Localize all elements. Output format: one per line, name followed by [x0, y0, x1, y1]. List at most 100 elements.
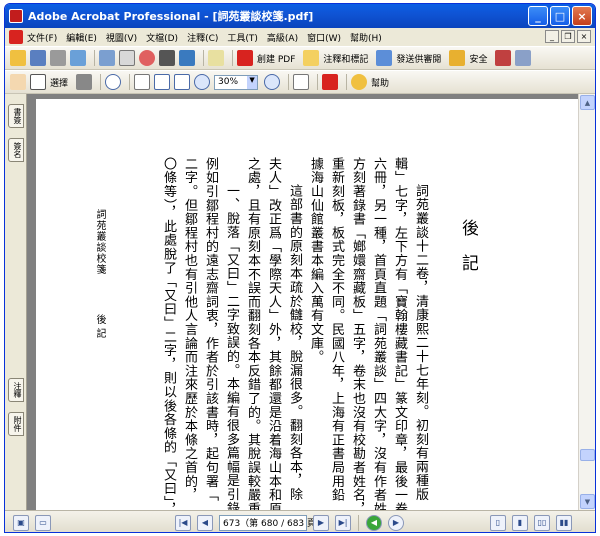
fit-width-icon[interactable]	[174, 74, 191, 90]
comment-markup-button[interactable]: 注釋和標記	[323, 52, 368, 65]
camera-icon[interactable]	[139, 50, 155, 66]
page-number-field[interactable]: 673（第 680 / 683 頁）	[219, 514, 325, 531]
menu-view[interactable]: 視圖(V)	[106, 31, 137, 44]
acrobat-window: Adobe Acrobat Professional - [詞苑叢談校箋.pdf…	[4, 3, 596, 533]
window-title: Adobe Acrobat Professional - [詞苑叢談校箋.pdf…	[28, 10, 314, 23]
sign-pen-icon[interactable]	[495, 50, 512, 66]
acrobat-app-icon	[9, 9, 23, 23]
doc-close-button[interactable]: ×	[577, 30, 591, 43]
text-column: 這部書的原刻本疏於讎校，脫漏很多。翻刻各本，除	[287, 184, 302, 502]
single-page-layout-icon[interactable]: ▯	[490, 514, 506, 531]
menu-comments[interactable]: 注釋(C)	[187, 31, 218, 44]
scroll-thumb[interactable]	[580, 449, 595, 461]
help-button[interactable]: 幫助	[371, 76, 389, 89]
security-button[interactable]: 安全	[469, 52, 487, 65]
zoom-level-select[interactable]: 30% ▼	[214, 74, 259, 90]
open-folder-icon[interactable]	[10, 50, 26, 66]
document-pane[interactable]: 後記 詞苑叢談十二卷，清康熙二十七年刻。初刻有兩種版 輯」七字，左下方有「寶翰樓…	[27, 94, 584, 510]
last-page-button[interactable]: ▶|	[335, 514, 351, 531]
vertical-scrollbar[interactable]: ▲ ▼	[578, 94, 595, 510]
menu-document[interactable]: 文檔(D)	[146, 31, 178, 44]
file-toolbar: 創建 PDF 注釋和標記 發送供審閱 安全	[5, 46, 595, 70]
create-pdf-button[interactable]: 創建 PDF	[257, 52, 295, 65]
hand-tool-icon[interactable]	[10, 74, 26, 90]
go-forward-icon[interactable]: ▶	[388, 514, 404, 531]
facing-layout-icon[interactable]: ▯▯	[534, 514, 550, 531]
continuous-facing-layout-icon[interactable]: ▮▮	[556, 514, 572, 531]
continuous-layout-icon[interactable]: ▮	[512, 514, 528, 531]
menu-bar: 文件(F) 編輯(E) 視圖(V) 文檔(D) 注釋(C) 工具(T) 高級(A…	[5, 28, 595, 46]
select-tool-button[interactable]: 選擇	[50, 76, 68, 89]
chevron-down-icon: ▼	[247, 75, 258, 89]
minimize-button[interactable]: _	[528, 6, 548, 26]
scroll-down-button[interactable]: ▼	[580, 494, 595, 509]
scroll-up-button[interactable]: ▲	[580, 95, 595, 110]
text-column: 六冊，另一種，首頁直題「詞苑叢談」四大字，沒有作者姓氏	[371, 157, 386, 510]
navigation-panel-tabs: 書簽 簽名 注釋 附件	[5, 94, 27, 510]
document-icon[interactable]	[9, 30, 23, 44]
close-button[interactable]: ×	[572, 6, 592, 26]
attach-icon[interactable]	[208, 50, 224, 66]
rotate-view-icon[interactable]	[293, 74, 310, 90]
text-column: 輯」七字，左下方有「寶翰樓藏書記」篆文印章，最後一卷末	[392, 157, 407, 510]
lock-icon[interactable]	[449, 50, 466, 66]
running-title: 詞苑叢談校箋	[94, 209, 105, 275]
zoom-tool-icon[interactable]	[105, 74, 122, 90]
comment-icon[interactable]	[303, 50, 320, 66]
search-icon[interactable]	[179, 50, 195, 66]
send-review-button[interactable]: 發送供審閱	[396, 52, 441, 65]
tab-attachments[interactable]: 附件	[8, 412, 24, 436]
email-icon[interactable]	[70, 50, 86, 66]
next-page-button[interactable]: ▶	[313, 514, 329, 531]
zoom-in-icon[interactable]	[264, 74, 281, 90]
doc-restore-button[interactable]: ❐	[561, 30, 575, 43]
navigation-toolbar: 選擇 30% ▼ 幫助	[5, 70, 595, 94]
text-column: 二字。但鄒程村也有引他人言論而注來歷於本條之首的，	[182, 157, 197, 502]
send-review-icon[interactable]	[376, 50, 393, 66]
create-pdf-icon[interactable]	[237, 50, 253, 66]
text-column: 詞苑叢談十二卷，清康熙二十七年刻。初刻有兩種版	[413, 184, 428, 502]
actual-size-icon[interactable]	[134, 74, 151, 90]
first-page-button[interactable]: |◀	[175, 514, 191, 531]
text-column: 據海山仙館叢書本編入萬有文庫。	[308, 157, 323, 364]
tab-comments[interactable]: 注釋	[8, 378, 24, 402]
pdf-page: 後記 詞苑叢談十二卷，清康熙二十七年刻。初刻有兩種版 輯」七字，左下方有「寶翰樓…	[36, 99, 584, 510]
single-page-icon[interactable]: ▣	[13, 514, 29, 531]
save-icon[interactable]	[30, 50, 46, 66]
zoom-out-icon[interactable]	[194, 74, 211, 90]
text-column: 例如引鄒程村的遠志齋詞衷，作者於引該書時，起句署「	[203, 157, 218, 502]
text-column: 之處，且有原刻本不誤而翻刻各本反錯了的。其脫誤較嚴重	[245, 157, 260, 510]
print-icon[interactable]	[50, 50, 66, 66]
tab-signatures[interactable]: 簽名	[8, 138, 24, 162]
page-properties-icon[interactable]: ▭	[35, 514, 51, 531]
go-back-icon[interactable]: ◀	[366, 514, 382, 531]
menu-window[interactable]: 窗口(W)	[307, 31, 341, 44]
text-column: 一、脫落「又曰」二字致誤的。本編有很多篇幅是引錄他	[224, 184, 239, 510]
text-column: 夫人」改正爲「學際天人」外，其餘都還是沿着海山本和原刻	[266, 157, 281, 510]
organizer-icon[interactable]	[99, 50, 115, 66]
menu-edit[interactable]: 編輯(E)	[66, 31, 97, 44]
forms-icon[interactable]	[515, 50, 532, 66]
tab-bookmarks[interactable]: 書簽	[8, 104, 24, 128]
title-bar: Adobe Acrobat Professional - [詞苑叢談校箋.pdf…	[5, 4, 595, 28]
menu-file[interactable]: 文件(F)	[27, 31, 57, 44]
fit-page-icon[interactable]	[154, 74, 171, 90]
menu-tools[interactable]: 工具(T)	[227, 31, 258, 44]
text-column: 重新刻板，板式完全不同。民國八年，上海有正書局用鉛	[329, 157, 344, 502]
zoom-level-value: 30%	[218, 77, 239, 87]
help-icon[interactable]	[351, 74, 368, 90]
doc-minimize-button[interactable]: _	[545, 30, 559, 43]
snapshot-icon[interactable]	[76, 74, 93, 90]
binoculars-icon[interactable]	[159, 50, 175, 66]
menu-advanced[interactable]: 高級(A)	[267, 31, 298, 44]
status-bar: ▣ ▭ |◀ ◀ 673（第 680 / 683 頁） ▶ ▶| ◀ ▶ ▯ ▮…	[5, 510, 595, 532]
stamp-icon[interactable]	[119, 50, 135, 66]
text-column: 方刻著錄書「嫏嬛齋藏板」五字，卷末也沒有校勘者姓名，	[350, 157, 365, 510]
select-text-icon[interactable]	[30, 74, 46, 90]
yahoo-toolbar-icon[interactable]	[322, 74, 339, 90]
previous-page-button[interactable]: ◀	[197, 514, 213, 531]
running-section: 後記	[94, 314, 105, 342]
maximize-button[interactable]: □	[550, 6, 570, 26]
text-column: 〇條等），此處脫了「又曰」二字，則以後各條的「又曰」，便都	[161, 157, 176, 510]
menu-help[interactable]: 幫助(H)	[350, 31, 382, 44]
